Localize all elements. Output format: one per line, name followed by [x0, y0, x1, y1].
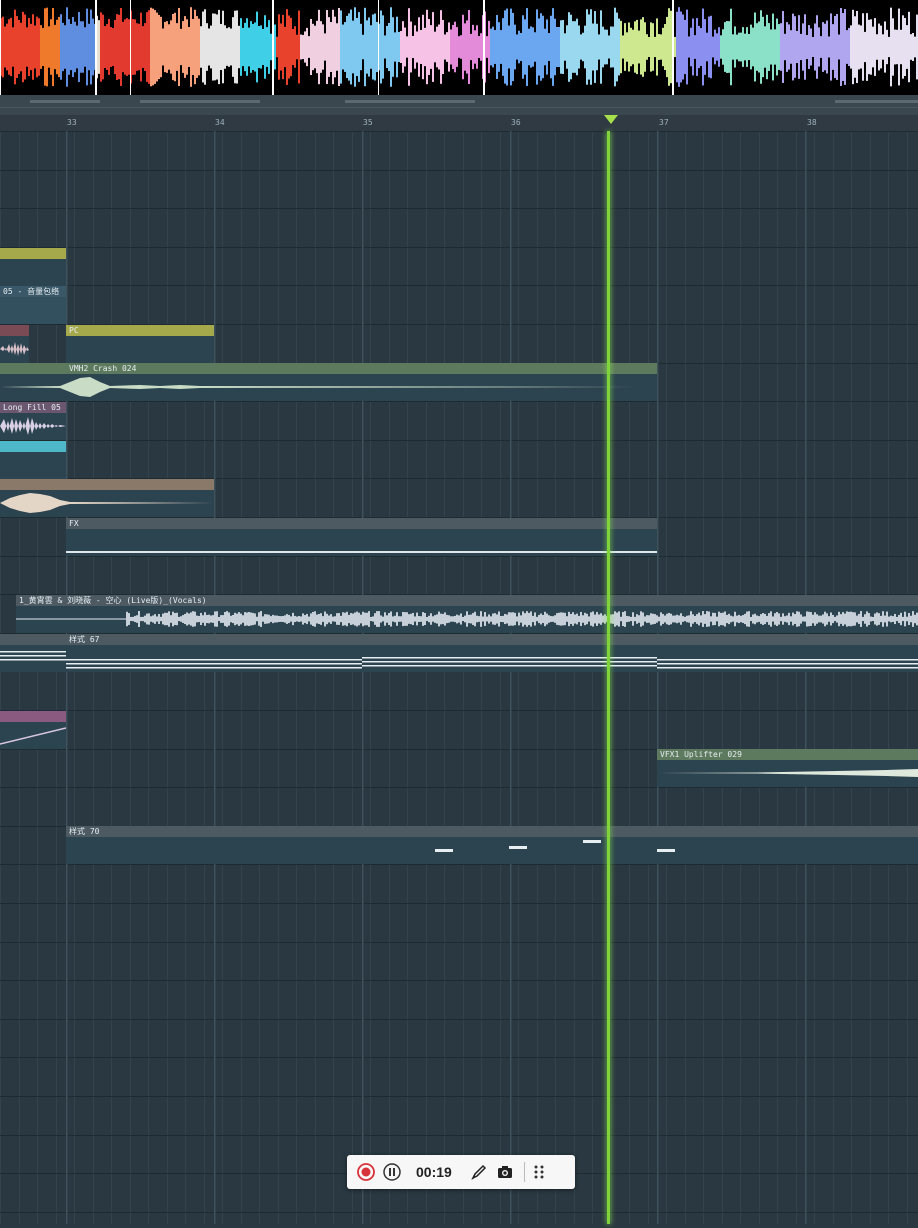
- clip-title: 1_黄霄雲 & 刘晓薇 - 空心 (Live版)_(Vocals): [16, 595, 918, 606]
- clip-title: 样式 70: [66, 826, 918, 837]
- automation-clip[interactable]: [0, 248, 66, 286]
- crash-audio-clip[interactable]: VMH2 Crash 024: [0, 363, 657, 401]
- clip-title: 样式 67: [66, 634, 918, 645]
- scroll-strip-graphic: [0, 100, 918, 108]
- timeline-ruler[interactable]: 33 34 35 36 37 38: [0, 115, 918, 132]
- ruler-bar-label: 36: [511, 118, 521, 127]
- uplifter-audio-clip[interactable]: VFX1 Uplifter 029: [657, 749, 918, 787]
- beige-audio-clip[interactable]: [0, 479, 214, 517]
- long-fill-waveform: [0, 417, 66, 435]
- recording-timer: 00:19: [416, 1164, 452, 1180]
- crash-waveform: [0, 377, 657, 397]
- clip-title: VFX1 Uplifter 029: [657, 749, 918, 760]
- divider: [523, 1162, 525, 1182]
- screen-recorder-bar: 00:19: [347, 1155, 575, 1189]
- ruler-bar-label: 38: [807, 118, 817, 127]
- volume-automation-clip[interactable]: 05 - 音量包络: [0, 286, 66, 324]
- camera-icon[interactable]: [496, 1163, 514, 1181]
- clip-title: FX: [66, 518, 657, 529]
- playhead-line[interactable]: [607, 131, 610, 1224]
- clip-title: Long Fill 05: [0, 402, 66, 413]
- ruler-bar-label: 37: [659, 118, 669, 127]
- pattern-70-clip[interactable]: 样式 70: [66, 826, 918, 864]
- long-fill-clip[interactable]: Long Fill 05: [0, 402, 66, 440]
- ruler-bar-label: 33: [67, 118, 77, 127]
- vocals-audio-clip[interactable]: 1_黄霄雲 & 刘晓薇 - 空心 (Live版)_(Vocals): [16, 595, 918, 633]
- pattern-lines: [0, 651, 66, 661]
- audio-clip-waveform: [0, 342, 29, 356]
- pc-pattern-clip[interactable]: PC: [66, 325, 214, 363]
- fx-line: [66, 551, 657, 553]
- ruler-bar-label: 34: [215, 118, 225, 127]
- pattern-70-notes: [435, 840, 675, 852]
- grid-lines-graphic: [0, 131, 918, 1224]
- uplifter-waveform: [657, 769, 918, 777]
- clip-title: VMH2 Crash 024: [69, 364, 137, 373]
- overview-waveform-graphic: [0, 0, 918, 95]
- cyan-clip[interactable]: [0, 441, 66, 479]
- playlist-grid[interactable]: 05 - 音量包络 PC VMH2 Crash 024 Long Fill 05: [0, 131, 918, 1224]
- pink-automation-clip[interactable]: [0, 711, 66, 749]
- clip-title: PC: [66, 325, 214, 336]
- vocals-waveform: [16, 611, 918, 627]
- automation-curve: [0, 727, 66, 745]
- pattern-67-lines: [66, 657, 918, 669]
- pattern-67-clip[interactable]: 样式 67: [66, 634, 918, 672]
- fx-pattern-clip[interactable]: FX: [66, 518, 657, 556]
- playlist-scroll-strip[interactable]: [0, 95, 918, 115]
- draw-pen-icon[interactable]: [470, 1163, 488, 1181]
- audio-clip[interactable]: [0, 325, 29, 363]
- record-stop-icon[interactable]: [356, 1162, 376, 1182]
- ruler-bar-label: 35: [363, 118, 373, 127]
- beige-waveform: [0, 493, 214, 513]
- pause-icon[interactable]: [382, 1162, 402, 1182]
- playhead-marker-icon[interactable]: [604, 115, 618, 124]
- clip-title: 05 - 音量包络: [0, 286, 66, 297]
- pattern-clip[interactable]: [0, 634, 66, 672]
- drag-handle-icon[interactable]: [533, 1163, 545, 1181]
- song-overview-waveform[interactable]: [0, 0, 918, 95]
